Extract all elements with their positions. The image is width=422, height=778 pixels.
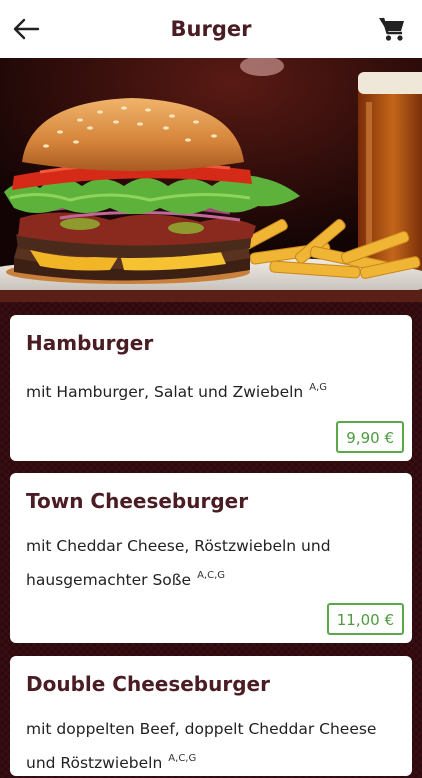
menu-item-description: mit Hamburger, Salat und Zwiebeln A,G [26, 373, 398, 407]
menu-item-card[interactable]: Double Cheeseburger mit doppelten Beef, … [10, 656, 412, 776]
menu-item-description: mit Cheddar Cheese, Röstzwiebeln und hau… [26, 531, 398, 595]
allergen-codes: A,C,G [168, 753, 197, 764]
price-button[interactable]: 11,00 € [326, 603, 404, 635]
menu-item-name: Double Cheeseburger [26, 672, 270, 696]
back-button[interactable] [6, 9, 46, 49]
page-title: Burger [170, 17, 252, 41]
top-bar: Burger [0, 0, 422, 58]
menu-item-card[interactable]: Town Cheeseburger mit Cheddar Cheese, Rö… [10, 473, 412, 643]
cart-button[interactable] [372, 9, 412, 49]
hero-image [0, 58, 422, 302]
description-text: mit doppelten Beef, doppelt Cheddar Chee… [26, 720, 377, 772]
menu-item-description: mit doppelten Beef, doppelt Cheddar Chee… [26, 714, 398, 778]
shopping-cart-icon [379, 17, 404, 41]
arrow-left-icon [13, 18, 40, 40]
allergen-codes: A,C,G [197, 570, 226, 581]
description-text: mit Hamburger, Salat und Zwiebeln [26, 383, 304, 401]
description-text: mit Cheddar Cheese, Röstzwiebeln und hau… [26, 537, 331, 589]
menu-item-card[interactable]: Hamburger mit Hamburger, Salat und Zwieb… [10, 315, 412, 461]
menu-item-name: Town Cheeseburger [26, 489, 249, 513]
allergen-codes: A,G [309, 382, 328, 393]
price-button[interactable]: 9,90 € [336, 421, 404, 453]
menu-item-name: Hamburger [26, 331, 154, 355]
